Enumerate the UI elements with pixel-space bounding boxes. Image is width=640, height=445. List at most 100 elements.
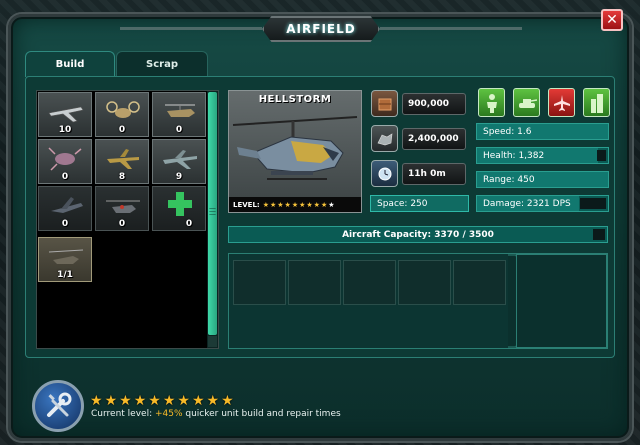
helicopter-icon bbox=[48, 249, 84, 264]
stealth-jet-icon bbox=[51, 197, 83, 213]
stat-health-cap bbox=[597, 150, 606, 161]
unit-count: 0 bbox=[185, 219, 193, 229]
stat-damage-cap bbox=[580, 198, 606, 209]
clock-icon bbox=[371, 160, 398, 187]
window-title-plate: AIRFIELD bbox=[262, 16, 380, 42]
fighter-icon bbox=[107, 149, 139, 169]
queue-output-slot[interactable] bbox=[516, 254, 607, 348]
level-label: LEVEL: bbox=[233, 200, 260, 209]
title-ornament-left bbox=[120, 27, 262, 30]
scrollbar-end bbox=[208, 336, 217, 347]
unit-count: 8 bbox=[118, 172, 126, 182]
unit-cell-1[interactable]: 10 bbox=[38, 92, 92, 137]
title-ornament-right bbox=[380, 27, 522, 30]
jet-icon bbox=[48, 106, 84, 123]
selected-unit-card bbox=[228, 90, 362, 213]
star-icon: ★ bbox=[299, 200, 306, 209]
stat-speed: Speed: 1.6 bbox=[476, 123, 609, 140]
close-button[interactable]: ✕ bbox=[601, 9, 623, 31]
tab-build[interactable]: Build bbox=[25, 51, 115, 77]
tank-icon[interactable] bbox=[513, 88, 540, 117]
wrench-badge bbox=[32, 380, 84, 432]
star-icon: ★ bbox=[284, 200, 291, 209]
aircraft-capacity-bar: Aircraft Capacity: 3370 / 3500 bbox=[228, 226, 608, 243]
star-icon: ★ bbox=[162, 393, 176, 409]
star-empty-icon: ★ bbox=[328, 200, 335, 209]
level-text-prefix: Current level: bbox=[91, 409, 155, 419]
bug-aircraft-icon bbox=[48, 147, 82, 171]
aircraft-capacity-text: Aircraft Capacity: 3370 / 3500 bbox=[342, 229, 494, 240]
unit-count: 0 bbox=[118, 219, 126, 229]
stat-damage: Damage: 2321 DPS bbox=[476, 195, 609, 212]
aircraft-icon[interactable] bbox=[548, 88, 575, 117]
level-stars: ★ ★ ★ ★ ★ ★ ★ ★ ★ ★ bbox=[90, 393, 236, 409]
star-icon: ★ bbox=[313, 200, 320, 209]
stat-range-text: Range: 450 bbox=[483, 174, 535, 185]
level-bonus: +45% bbox=[154, 409, 183, 419]
level-text-suffix: quicker unit build and repair times bbox=[182, 409, 341, 419]
star-icon: ★ bbox=[291, 200, 299, 209]
star-icon: ★ bbox=[148, 393, 161, 409]
crate-icon bbox=[371, 90, 398, 117]
queue-slot[interactable] bbox=[453, 260, 506, 305]
jet-fighter-icon bbox=[163, 150, 197, 169]
unit-count: 0 bbox=[118, 125, 126, 135]
unit-count: 0 bbox=[61, 172, 69, 182]
star-icon: ★ bbox=[177, 393, 190, 409]
unit-cell-5[interactable]: 8 bbox=[95, 139, 149, 184]
grip-icon: — — — bbox=[209, 204, 216, 218]
star-icon: ★ bbox=[104, 393, 118, 409]
unit-count: 0 bbox=[61, 219, 69, 229]
building-icon[interactable] bbox=[583, 88, 610, 117]
unit-cell-7[interactable]: 0 bbox=[38, 186, 92, 231]
queue-slot[interactable] bbox=[233, 260, 286, 305]
cost-resource-1-value: 900,000 bbox=[402, 92, 466, 115]
star-icon: ★ bbox=[191, 393, 205, 409]
star-icon: ★ bbox=[262, 200, 269, 209]
queue-slot[interactable] bbox=[343, 260, 396, 305]
ore-icon bbox=[371, 125, 398, 152]
wrench-screwdriver-icon bbox=[47, 392, 72, 417]
queue-slot[interactable] bbox=[288, 260, 341, 305]
star-icon: ★ bbox=[306, 200, 313, 209]
unit-cell-8[interactable]: 0 bbox=[95, 186, 149, 231]
plus-icon bbox=[168, 192, 192, 216]
tab-scrap[interactable]: Scrap bbox=[116, 51, 208, 77]
star-icon: ★ bbox=[269, 200, 277, 209]
stat-range: Range: 450 bbox=[476, 171, 609, 188]
unit-count: 1/1 bbox=[57, 270, 73, 280]
star-icon: ★ bbox=[221, 393, 234, 409]
cost-resource-1: 900,000 bbox=[371, 90, 466, 117]
unit-cell-4[interactable]: 0 bbox=[38, 139, 92, 184]
unit-cell-hellstorm[interactable]: 1/1 bbox=[38, 237, 92, 282]
star-icon: ★ bbox=[133, 393, 147, 409]
hellstorm-helicopter-image bbox=[232, 116, 358, 180]
tab-build-label: Build bbox=[55, 59, 85, 70]
level-description: Current level: +45% quicker unit build a… bbox=[91, 409, 341, 419]
build-time: 11h 0m bbox=[371, 160, 466, 187]
drone-icon bbox=[106, 101, 140, 118]
cost-resource-2: 2,400,000 bbox=[371, 125, 466, 152]
infantry-icon[interactable] bbox=[478, 88, 505, 117]
space-value: Space: 250 bbox=[370, 195, 469, 212]
unit-cell-2[interactable]: 0 bbox=[95, 92, 149, 137]
star-icon: ★ bbox=[320, 200, 328, 209]
build-time-value: 11h 0m bbox=[402, 162, 466, 185]
unit-cell-6[interactable]: 9 bbox=[152, 139, 206, 184]
unit-cell-add[interactable]: 0 bbox=[152, 186, 206, 231]
stat-health-text: Health: 1,382 bbox=[483, 150, 545, 161]
selected-unit-name: HELLSTORM bbox=[258, 94, 332, 105]
cost-resource-2-value: 2,400,000 bbox=[402, 127, 466, 150]
window-title: AIRFIELD bbox=[286, 22, 356, 36]
stat-health: Health: 1,382 bbox=[476, 147, 609, 164]
stat-speed-text: Speed: 1.6 bbox=[483, 126, 532, 137]
unit-cell-3[interactable]: 0 bbox=[152, 92, 206, 137]
star-icon: ★ bbox=[119, 393, 132, 409]
unit-count: 9 bbox=[175, 172, 183, 182]
attack-heli-icon bbox=[106, 200, 140, 213]
unit-level-bar: LEVEL: ★ ★ ★ ★ ★ ★ ★ ★ ★ ★ bbox=[229, 197, 361, 212]
unit-count: 0 bbox=[175, 125, 183, 135]
queue-slot[interactable] bbox=[398, 260, 451, 305]
capacity-cap bbox=[593, 229, 605, 240]
star-icon: ★ bbox=[90, 393, 103, 409]
